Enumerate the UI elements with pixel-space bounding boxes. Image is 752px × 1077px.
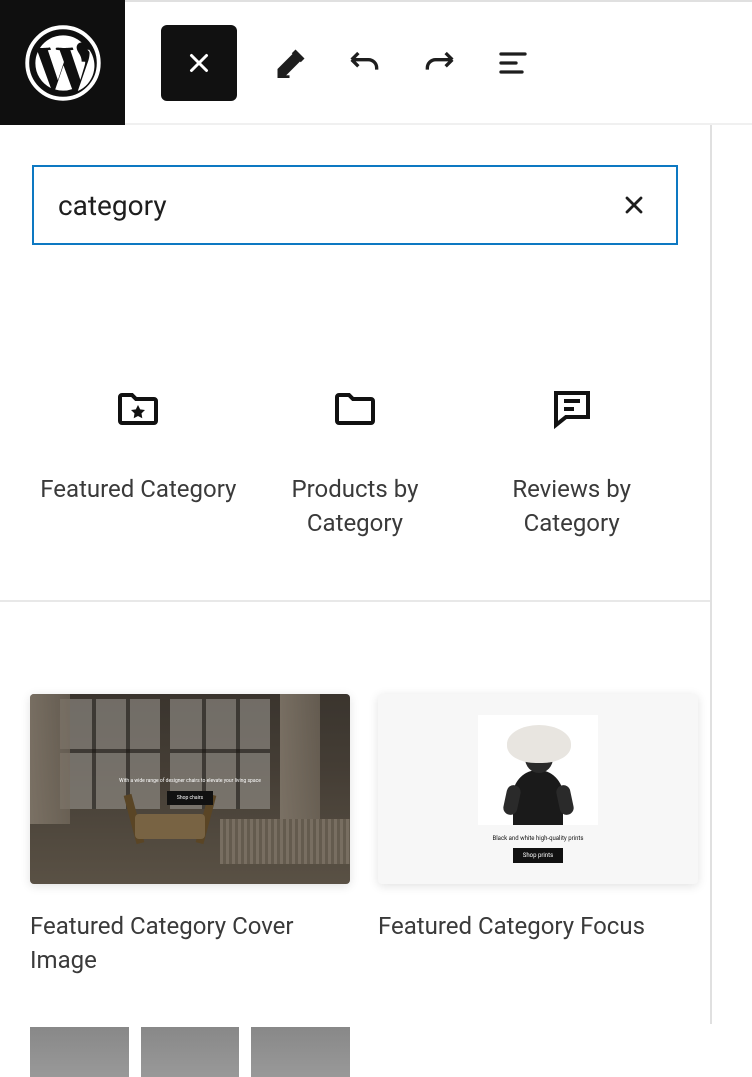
redo-icon — [419, 43, 459, 83]
search-box — [32, 165, 678, 245]
edit-tool-button[interactable] — [271, 43, 311, 83]
preview-button: Shop chairs — [167, 791, 213, 805]
undo-icon — [345, 43, 385, 83]
patterns-results: With a wide range of designer chairs to … — [0, 602, 710, 977]
preview-tagline: Black and white high-quality prints — [492, 835, 583, 842]
folder-star-icon — [114, 385, 162, 433]
preview-tagline: With a wide range of designer chairs to … — [119, 778, 261, 784]
pattern-label: Featured Category Cover Image — [30, 910, 350, 977]
block-reviews-by-category[interactable]: Reviews by Category — [472, 385, 672, 540]
pattern-preview-partial[interactable] — [30, 1027, 350, 1077]
redo-button[interactable] — [419, 43, 459, 83]
close-inserter-button[interactable] — [161, 25, 237, 101]
undo-button[interactable] — [345, 43, 385, 83]
document-overview-button[interactable] — [493, 43, 533, 83]
pattern-preview: Black and white high-quality prints Shop… — [378, 694, 698, 884]
list-icon — [495, 45, 531, 81]
close-icon — [620, 191, 648, 219]
clear-search-button[interactable] — [616, 187, 652, 223]
chat-lines-icon — [548, 385, 596, 433]
wordpress-logo[interactable] — [0, 0, 125, 125]
block-products-by-category[interactable]: Products by Category — [255, 385, 455, 540]
close-icon — [184, 48, 214, 78]
block-featured-category[interactable]: Featured Category — [38, 385, 238, 540]
editor-topbar — [0, 0, 752, 125]
blocks-results: Featured Category Products by Category R… — [0, 245, 710, 600]
folder-icon — [331, 385, 379, 433]
block-label: Products by Category — [255, 473, 455, 540]
block-label: Featured Category — [40, 473, 236, 507]
patterns-row-2 — [0, 977, 710, 1077]
preview-button: Shop prints — [513, 848, 563, 863]
pattern-featured-category-cover-image[interactable]: With a wide range of designer chairs to … — [30, 694, 350, 977]
toolbar — [125, 25, 533, 101]
block-label: Reviews by Category — [472, 473, 672, 540]
pattern-label: Featured Category Focus — [378, 910, 698, 944]
pattern-preview: With a wide range of designer chairs to … — [30, 694, 350, 884]
search-container — [0, 125, 710, 245]
inserter-panel: Featured Category Products by Category R… — [0, 125, 712, 1024]
pencil-icon — [273, 45, 309, 81]
search-input[interactable] — [58, 189, 616, 222]
pattern-featured-category-focus[interactable]: Black and white high-quality prints Shop… — [378, 694, 698, 977]
wordpress-icon — [24, 24, 102, 102]
